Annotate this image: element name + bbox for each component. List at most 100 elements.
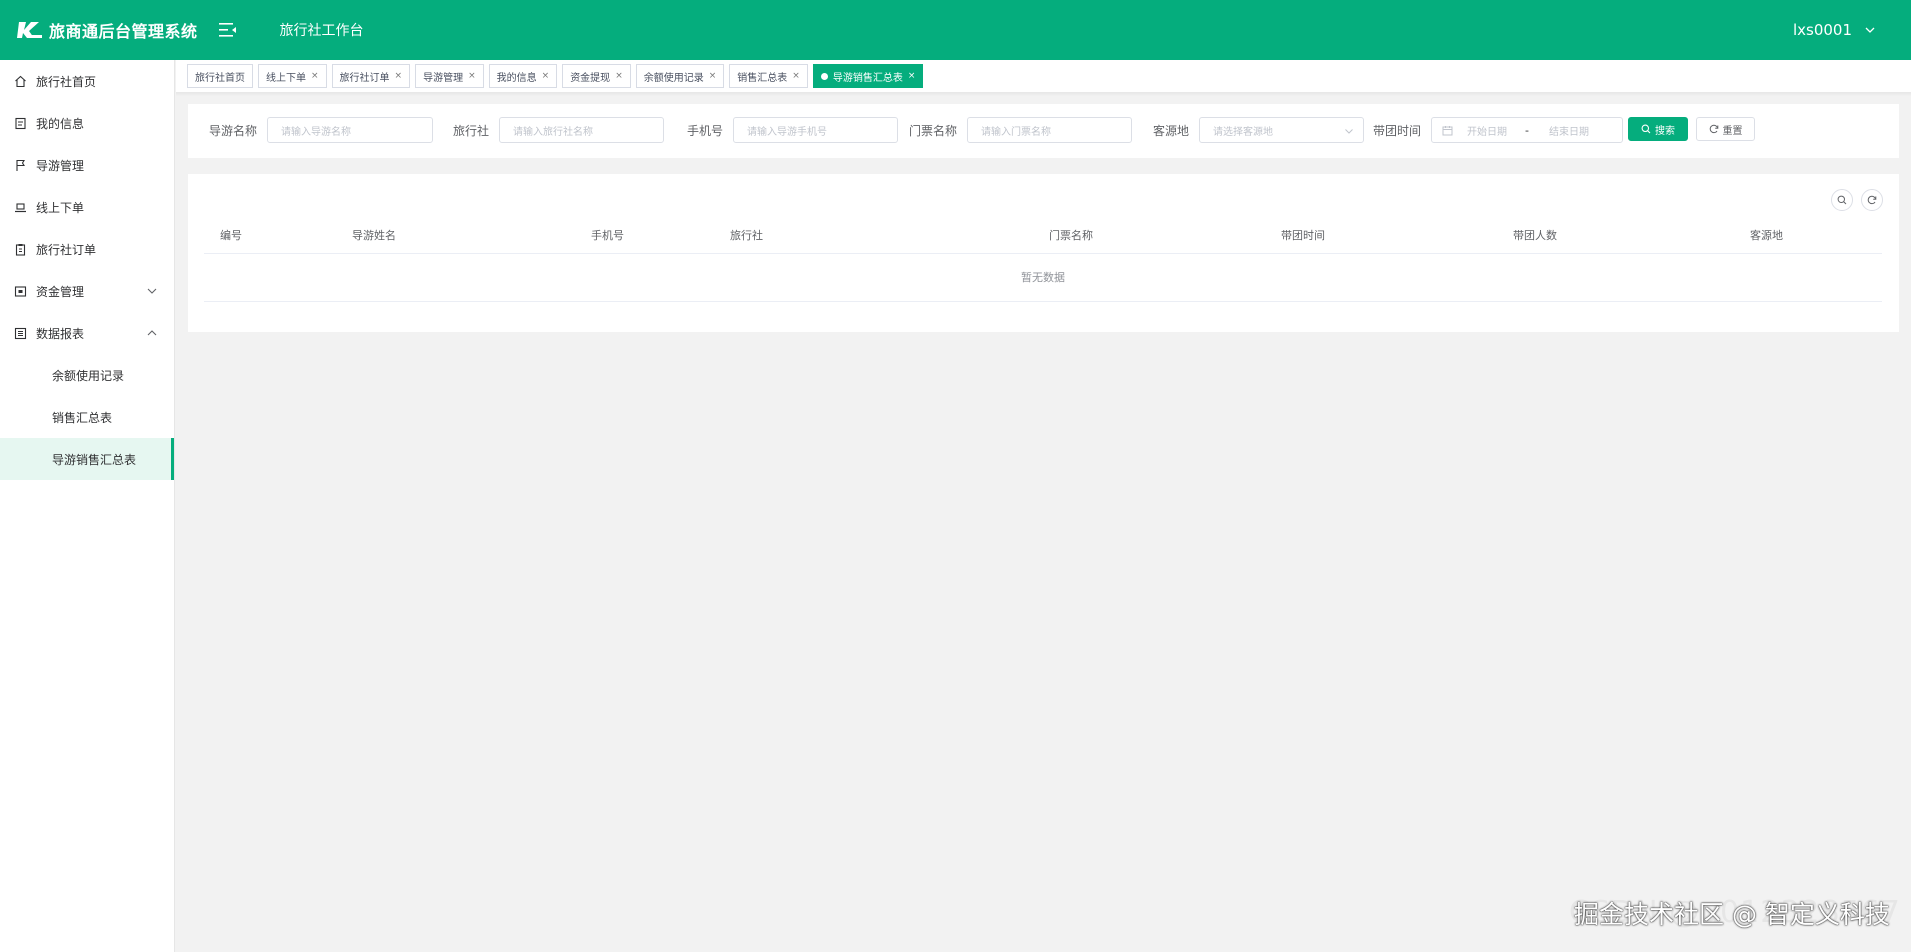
sidebar-item-label: 导游管理 (36, 158, 85, 173)
close-icon[interactable]: × (615, 71, 623, 81)
user-menu[interactable]: lxs0001 (1793, 0, 1876, 60)
sidebar-item-label: 数据报表 (36, 326, 85, 341)
report-icon (14, 327, 27, 340)
tab-label: 旅行社首页 (195, 72, 245, 84)
tab-label: 导游管理 (423, 72, 464, 84)
tab-guide-management[interactable]: 导游管理 × (415, 64, 484, 88)
close-icon[interactable]: × (908, 71, 916, 81)
sidebar-item-label: 旅行社订单 (36, 242, 97, 257)
column-header-source: 客源地 (1750, 229, 1783, 242)
sidebar-item-fund-management[interactable]: 资金管理 (0, 270, 174, 312)
tab-my-info[interactable]: 我的信息 × (488, 64, 558, 88)
tab-agency-home[interactable]: 旅行社首页 (187, 64, 253, 88)
close-icon[interactable]: × (311, 71, 319, 81)
workbench-title[interactable]: 旅行社工作台 (280, 20, 364, 40)
source-select-placeholder: 请选择客源地 (1213, 126, 1274, 138)
sidebar-item-agency-orders[interactable]: 旅行社订单 (0, 228, 174, 270)
reset-button[interactable]: 重置 (1696, 117, 1755, 141)
tab-sales-summary[interactable]: 销售汇总表 × (729, 64, 808, 88)
phone-input[interactable]: 请输入导游手机号 (733, 117, 899, 143)
date-separator: - (1525, 123, 1529, 137)
chevron-down-icon (1345, 129, 1353, 134)
close-icon[interactable]: × (468, 71, 476, 81)
tab-online-order[interactable]: 线上下单 × (258, 64, 327, 88)
data-table-panel: 编号 导游姓名 手机号 旅行社 门票名称 带团时间 带团人数 客源地 暂无数据 (188, 174, 1899, 332)
sidebar-item-label: 旅行社首页 (36, 74, 97, 89)
top-header: 旅商通后台管理系统 旅行社工作台 lxs0001 (0, 0, 1911, 60)
tab-label: 销售汇总表 (737, 72, 788, 84)
close-icon[interactable]: × (709, 71, 717, 81)
sidebar: 旅行社首页 我的信息 导游管理 线上下单 旅行社订单 资金管理 数据报表 余额使… (0, 60, 175, 952)
calendar-icon (1442, 125, 1453, 135)
sidebar-subitem-balance-records[interactable]: 余额使用记录 (0, 354, 174, 396)
sidebar-subitem-label: 余额使用记录 (52, 368, 125, 383)
sidebar-subitem-label: 销售汇总表 (52, 410, 113, 425)
column-header-tour-size: 带团人数 (1513, 229, 1557, 242)
column-header-guide-name: 导游姓名 (352, 229, 396, 242)
clipboard-icon (14, 243, 27, 256)
chevron-up-icon (147, 330, 157, 336)
sidebar-item-home[interactable]: 旅行社首页 (0, 60, 174, 102)
source-field: 客源地 请选择客源地 (1153, 117, 1365, 143)
sidebar-item-online-order[interactable]: 线上下单 (0, 186, 174, 228)
search-form: 导游名称 请输入导游名称 旅行社 请输入旅行社名称 手机号 请输入导游手机号 门… (188, 104, 1899, 158)
tour-time-range-picker[interactable]: 开始日期 - 结束日期 (1431, 117, 1624, 143)
refresh-icon (1709, 124, 1718, 134)
tab-guide-sales-summary[interactable]: 导游销售汇总表 × (812, 64, 924, 88)
tour-time-label: 带团时间 (1373, 123, 1422, 138)
tab-label: 资金提现 (570, 72, 611, 84)
sidebar-item-label: 资金管理 (36, 284, 85, 299)
search-icon (1837, 195, 1847, 205)
close-icon[interactable]: × (395, 71, 403, 81)
tab-label: 线上下单 (266, 72, 306, 84)
close-icon[interactable]: × (542, 71, 550, 81)
app-title: 旅商通后台管理系统 (49, 22, 198, 41)
guide-name-input[interactable]: 请输入导游名称 (267, 117, 434, 143)
ticket-input[interactable]: 请输入门票名称 (967, 117, 1133, 143)
refresh-icon (1867, 195, 1877, 205)
search-icon (1641, 124, 1651, 134)
column-header-ticket-name: 门票名称 (1049, 229, 1093, 242)
column-header-id: 编号 (220, 229, 242, 242)
column-header-tour-time: 带团时间 (1281, 229, 1325, 242)
tabs-divider (176, 93, 1911, 96)
logo-icon (17, 19, 43, 41)
search-button-label: 搜索 (1655, 125, 1675, 137)
flag-icon (14, 159, 27, 172)
logo: 旅商通后台管理系统 (17, 18, 198, 42)
tab-label: 我的信息 (496, 72, 537, 84)
wallet-icon (14, 285, 27, 298)
guide-name-label: 导游名称 (209, 123, 258, 138)
source-select[interactable]: 请选择客源地 (1199, 117, 1365, 143)
sidebar-item-data-reports[interactable]: 数据报表 (0, 312, 174, 354)
column-header-phone: 手机号 (591, 229, 624, 242)
active-dot-icon (820, 72, 828, 80)
username[interactable]: lxs0001 (1793, 21, 1852, 39)
source-label: 客源地 (1153, 123, 1190, 138)
guide-name-field: 导游名称 请输入导游名称 (209, 117, 434, 143)
agency-label: 旅行社 (453, 123, 490, 138)
toggle-search-button[interactable] (1831, 189, 1853, 211)
sidebar-subitem-guide-sales-summary[interactable]: 导游销售汇总表 (0, 438, 174, 480)
close-icon[interactable]: × (792, 71, 800, 81)
phone-field: 手机号 请输入导游手机号 (687, 117, 899, 143)
column-header-agency: 旅行社 (730, 229, 763, 242)
agency-input[interactable]: 请输入旅行社名称 (499, 117, 665, 143)
sidebar-item-label: 我的信息 (36, 116, 85, 131)
sidebar-subitem-sales-summary[interactable]: 销售汇总表 (0, 396, 174, 438)
tab-label: 旅行社订单 (339, 72, 390, 84)
laptop-icon (14, 201, 27, 214)
tab-balance-records[interactable]: 余额使用记录 × (635, 64, 725, 88)
sidebar-toggle-icon[interactable] (218, 20, 238, 40)
search-button[interactable]: 搜索 (1628, 117, 1688, 141)
end-date-input[interactable]: 结束日期 (1549, 123, 1589, 138)
refresh-button[interactable] (1861, 189, 1883, 211)
table-header: 编号 导游姓名 手机号 旅行社 门票名称 带团时间 带团人数 客源地 (204, 218, 1882, 254)
tab-fund-withdraw[interactable]: 资金提现 × (562, 64, 631, 88)
start-date-input[interactable]: 开始日期 (1467, 123, 1507, 138)
tab-agency-orders[interactable]: 旅行社订单 × (331, 64, 411, 88)
tour-time-field: 带团时间 开始日期 - 结束日期 (1373, 117, 1624, 143)
tab-label: 导游销售汇总表 (832, 72, 903, 84)
sidebar-item-my-info[interactable]: 我的信息 (0, 102, 174, 144)
sidebar-item-guide-management[interactable]: 导游管理 (0, 144, 174, 186)
